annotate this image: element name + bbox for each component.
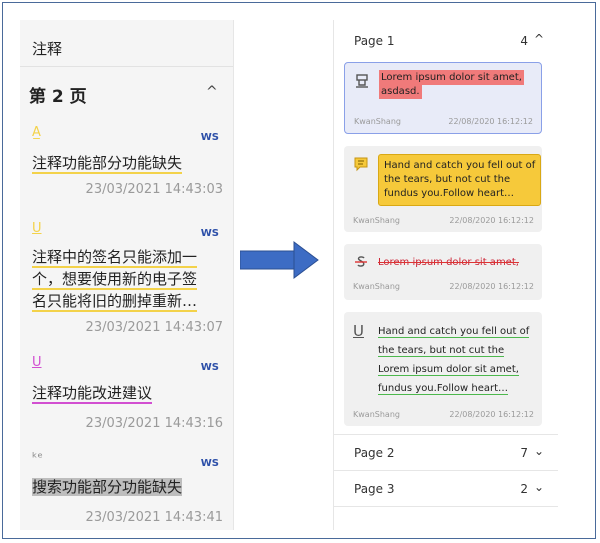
chevron-down-icon: ⌄ xyxy=(533,444,544,458)
card-text: Lorem ipsum dolor sit amet, asdasd. xyxy=(379,70,524,99)
card-date: 22/08/2020 16:12:12 xyxy=(448,117,533,126)
arrow-right-icon xyxy=(240,241,319,279)
squiggly-icon: ᵏᵉ xyxy=(32,451,43,466)
card-text: Hand and catch you fell out of the tears… xyxy=(378,326,530,395)
underline-icon: U xyxy=(32,355,42,370)
page-group-3[interactable]: Page 3 2 ⌄ xyxy=(334,472,558,506)
card-user: KwanShang xyxy=(354,117,401,126)
annotation-item[interactable]: U WS 注释中的签名只能添加一 个，想要使用新的电子签 名只能将旧的删掉重新…… xyxy=(32,222,227,340)
user-badge: WS xyxy=(200,362,219,373)
page-label: Page 2 xyxy=(354,446,395,460)
page-label: Page 3 xyxy=(354,482,395,496)
annotation-item[interactable]: U WS 注释功能改进建议 23/03/2021 14:43:16 xyxy=(32,355,227,431)
divider xyxy=(334,434,558,435)
annotation-text: 注释功能改进建议 xyxy=(32,384,153,404)
card-date: 22/08/2020 16:12:12 xyxy=(449,282,534,291)
card-date: 22/08/2020 16:12:12 xyxy=(449,216,534,225)
underline-icon: U xyxy=(32,221,42,236)
page-heading: 第 2 页 xyxy=(29,87,87,107)
page-count: 4 xyxy=(520,34,528,48)
annotation-timestamp: 23/03/2021 14:43:41 xyxy=(85,510,223,525)
annotation-timestamp: 23/03/2021 14:43:07 xyxy=(85,320,223,335)
annotation-card[interactable]: Lorem ipsum dolor sit amet, asdasd. Kwan… xyxy=(344,62,542,134)
page-count: 2 xyxy=(520,482,528,496)
divider xyxy=(334,470,558,471)
panel-title: 注释 xyxy=(32,40,63,58)
user-badge: WS xyxy=(200,132,219,143)
card-text: Lorem ipsum dolor sit amet, xyxy=(378,257,519,268)
annotation-timestamp: 23/03/2021 14:43:03 xyxy=(85,182,223,197)
divider xyxy=(334,506,558,507)
annotation-item[interactable]: A̲ WS 注释功能部分功能缺失 23/03/2021 14:43:03 xyxy=(32,126,227,200)
card-user: KwanShang xyxy=(353,410,400,419)
page-label: Page 1 xyxy=(354,34,395,48)
annotation-panel-old: 注释 第 2 页 ^ A̲ WS 注释功能部分功能缺失 23/03/2021 1… xyxy=(20,20,234,530)
chevron-up-icon[interactable]: ^ xyxy=(206,84,218,100)
user-badge: WS xyxy=(200,228,219,239)
chevron-up-icon: ^ xyxy=(533,32,544,46)
annotation-item[interactable]: ᵏᵉ WS 搜索功能部分功能缺失 23/03/2021 14:43:41 xyxy=(32,452,227,530)
annotation-card[interactable]: Hand and catch you fell out of the tears… xyxy=(344,146,542,232)
annotation-card[interactable]: Lorem ipsum dolor sit amet, KwanShang 22… xyxy=(344,244,542,300)
card-date: 22/08/2020 16:12:12 xyxy=(449,410,534,419)
underline-icon: U xyxy=(353,322,364,340)
page-group-1[interactable]: Page 1 4 ^ xyxy=(334,24,558,58)
page-count: 7 xyxy=(520,446,528,460)
highlight-icon: A̲ xyxy=(32,125,41,140)
user-badge: WS xyxy=(200,458,219,469)
annotation-timestamp: 23/03/2021 14:43:16 xyxy=(85,416,223,431)
strikethrough-icon xyxy=(353,254,369,274)
card-user: KwanShang xyxy=(353,216,400,225)
annotation-panel-new: Page 1 4 ^ Lorem ipsum dolor sit amet, a… xyxy=(333,20,558,530)
card-user: KwanShang xyxy=(353,282,400,291)
annotation-text: 搜索功能部分功能缺失 xyxy=(32,478,183,496)
annotation-card[interactable]: U Hand and catch you fell out of the tea… xyxy=(344,312,542,426)
page-group-2[interactable]: Page 2 7 ⌄ xyxy=(334,436,558,470)
highlight-icon xyxy=(354,73,370,93)
annotation-text: 注释中的签名只能添加一 个，想要使用新的电子签 名只能将旧的删掉重新… xyxy=(32,248,198,312)
card-text: Hand and catch you fell out of the tears… xyxy=(378,154,542,206)
note-icon xyxy=(353,156,369,176)
divider xyxy=(20,66,233,67)
chevron-down-icon: ⌄ xyxy=(533,480,544,494)
annotation-text: 注释功能部分功能缺失 xyxy=(32,154,183,174)
